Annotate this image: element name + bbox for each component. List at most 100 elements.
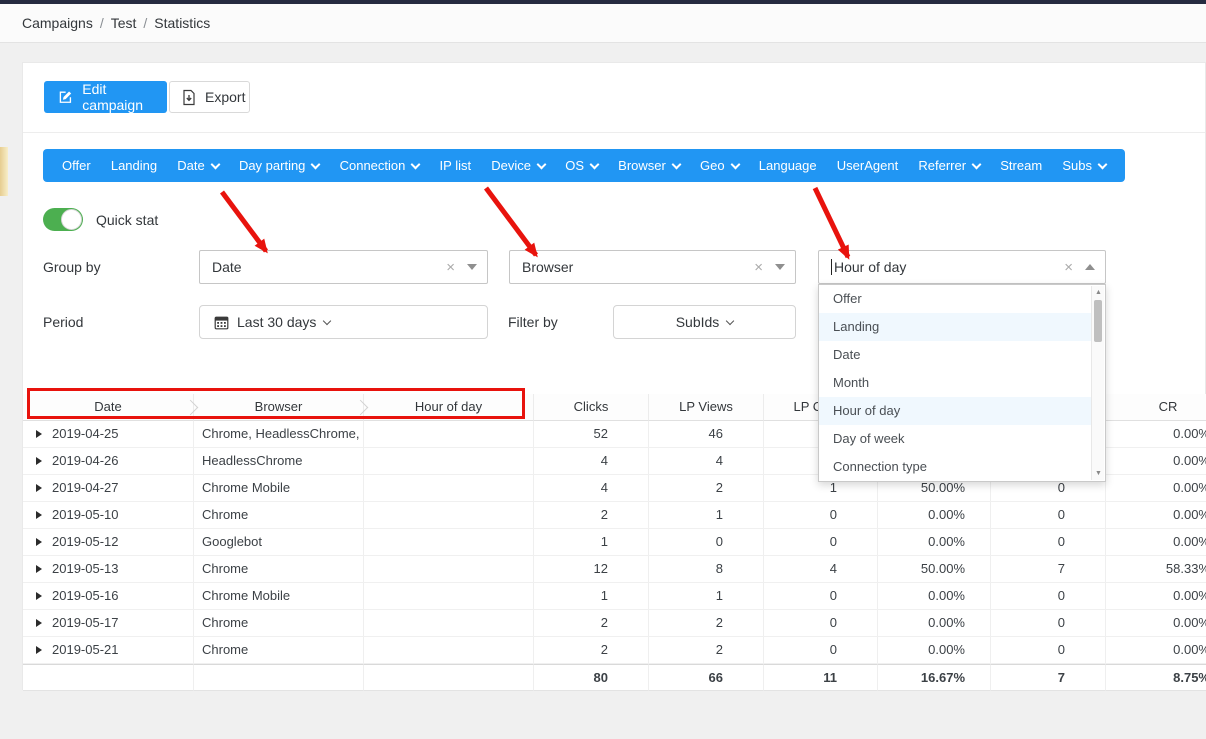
column-header-cr[interactable]: CR	[1106, 394, 1206, 421]
cell-browser: Chrome Mobile	[194, 475, 364, 502]
filter-tab-label: Offer	[62, 158, 91, 173]
total-col6: 16.67%	[878, 664, 991, 691]
expand-row-icon[interactable]	[36, 484, 42, 492]
filter-tab-landing[interactable]: Landing	[107, 158, 161, 173]
subids-button[interactable]: SubIds	[613, 305, 796, 339]
filter-tab-date[interactable]: Date	[173, 158, 222, 173]
filter-tab-offer[interactable]: Offer	[58, 158, 95, 173]
expand-row-icon[interactable]	[36, 457, 42, 465]
expand-row-icon[interactable]	[36, 592, 42, 600]
column-header-browser[interactable]: Browser	[194, 394, 364, 421]
group-option-connection-type[interactable]: Connection type	[819, 453, 1091, 481]
cell-lp-clicks: 4	[764, 556, 878, 583]
column-header-hour-of-day[interactable]: Hour of day	[364, 394, 534, 421]
expand-row-icon[interactable]	[36, 511, 42, 519]
filter-tab-device[interactable]: Device	[487, 158, 549, 173]
clear-icon[interactable]: ×	[754, 259, 763, 276]
breadcrumb-item-statistics[interactable]: Statistics	[154, 15, 210, 31]
expand-row-icon[interactable]	[36, 565, 42, 573]
group-option-month[interactable]: Month	[819, 369, 1091, 397]
cell-hour-of-day	[364, 502, 534, 529]
chevron-down-icon	[730, 159, 740, 169]
subids-value: SubIds	[676, 314, 720, 330]
expand-row-icon[interactable]	[36, 430, 42, 438]
column-header-lp-views[interactable]: LP Views	[649, 394, 764, 421]
filter-tab-ip-list[interactable]: IP list	[436, 158, 476, 173]
quick-stat-label: Quick stat	[96, 212, 158, 228]
cell-col6: 0.00%	[878, 502, 991, 529]
scrollbar-thumb[interactable]	[1094, 300, 1102, 342]
filter-tab-stream[interactable]: Stream	[996, 158, 1046, 173]
group-option-offer[interactable]: Offer	[819, 285, 1091, 313]
total-col7: 7	[991, 664, 1106, 691]
cell-cr: 0.00%	[1106, 637, 1206, 664]
group-by-select-2[interactable]: Browser ×	[509, 250, 796, 284]
cell-cr: 0.00%	[1106, 583, 1206, 610]
expand-row-icon[interactable]	[36, 538, 42, 546]
group-option-landing[interactable]: Landing	[819, 313, 1091, 341]
chevron-down-icon[interactable]	[467, 264, 477, 270]
group-by-select-3-value: Hour of day	[834, 259, 906, 275]
total-lp-views: 66	[649, 664, 764, 691]
quick-stat-row: Quick stat	[43, 208, 158, 231]
group-by-select-3[interactable]: Hour of day ×	[818, 250, 1106, 284]
cell-lp-views: 0	[649, 529, 764, 556]
edit-campaign-button[interactable]: Edit campaign	[44, 81, 167, 113]
export-download-icon	[182, 89, 196, 106]
total-clicks: 80	[534, 664, 649, 691]
group-option-date[interactable]: Date	[819, 341, 1091, 369]
filter-tab-useragent[interactable]: UserAgent	[833, 158, 902, 173]
dropdown-scrollbar[interactable]: ▲ ▼	[1091, 286, 1104, 480]
breadcrumb-item-campaigns[interactable]: Campaigns	[22, 15, 93, 31]
cell-date: 2019-05-12	[23, 529, 194, 556]
column-header-date[interactable]: Date	[23, 394, 194, 421]
group-by-select-1[interactable]: Date ×	[199, 250, 488, 284]
group-option-day-of-week[interactable]: Day of week	[819, 425, 1091, 453]
filter-tab-referrer[interactable]: Referrer	[914, 158, 984, 173]
filter-tab-day-parting[interactable]: Day parting	[235, 158, 323, 173]
cell-date: 2019-05-21	[23, 637, 194, 664]
total-lp-clicks: 11	[764, 664, 878, 691]
period-label: Period	[43, 305, 83, 339]
column-header-clicks[interactable]: Clicks	[534, 394, 649, 421]
date-value: 2019-05-17	[52, 615, 119, 630]
clear-icon[interactable]: ×	[1064, 259, 1073, 276]
quick-stat-toggle[interactable]	[43, 208, 83, 231]
scroll-up-icon[interactable]: ▲	[1092, 289, 1105, 296]
scroll-down-icon[interactable]: ▼	[1092, 470, 1105, 477]
total-hour-of-day	[364, 664, 534, 691]
breadcrumb-item-test[interactable]: Test	[111, 15, 137, 31]
group-by-select-2-value: Browser	[522, 259, 573, 275]
cell-cr: 0.00%	[1106, 421, 1206, 448]
clear-icon[interactable]: ×	[446, 259, 455, 276]
cell-lp-views: 1	[649, 502, 764, 529]
cell-clicks: 4	[534, 448, 649, 475]
chevron-down-icon	[972, 159, 982, 169]
date-value: 2019-04-25	[52, 426, 119, 441]
filter-tab-browser[interactable]: Browser	[614, 158, 684, 173]
filter-tab-label: Landing	[111, 158, 157, 173]
table-row: 2019-05-17Chrome2200.00%00.00%	[23, 610, 1206, 637]
cell-date: 2019-05-17	[23, 610, 194, 637]
chevron-down-icon	[537, 159, 547, 169]
expand-row-icon[interactable]	[36, 646, 42, 654]
filter-tab-geo[interactable]: Geo	[696, 158, 743, 173]
group-option-hour-of-day[interactable]: Hour of day	[819, 397, 1091, 425]
export-button[interactable]: Export	[169, 81, 250, 113]
cell-lp-clicks: 0	[764, 502, 878, 529]
filter-tab-language[interactable]: Language	[755, 158, 821, 173]
cell-clicks: 4	[534, 475, 649, 502]
cell-lp-views: 46	[649, 421, 764, 448]
cell-date: 2019-04-25	[23, 421, 194, 448]
expand-row-icon[interactable]	[36, 619, 42, 627]
date-value: 2019-05-21	[52, 642, 119, 657]
filter-tab-os[interactable]: OS	[561, 158, 602, 173]
filter-tab-subs[interactable]: Subs	[1058, 158, 1110, 173]
filter-tab-connection[interactable]: Connection	[336, 158, 424, 173]
period-button[interactable]: Last 30 days	[199, 305, 488, 339]
chevron-up-icon[interactable]	[1085, 264, 1095, 270]
chevron-down-icon[interactable]	[775, 264, 785, 270]
edit-campaign-label: Edit campaign	[82, 81, 167, 113]
filter-tab-label: Stream	[1000, 158, 1042, 173]
cell-browser: Googlebot	[194, 529, 364, 556]
